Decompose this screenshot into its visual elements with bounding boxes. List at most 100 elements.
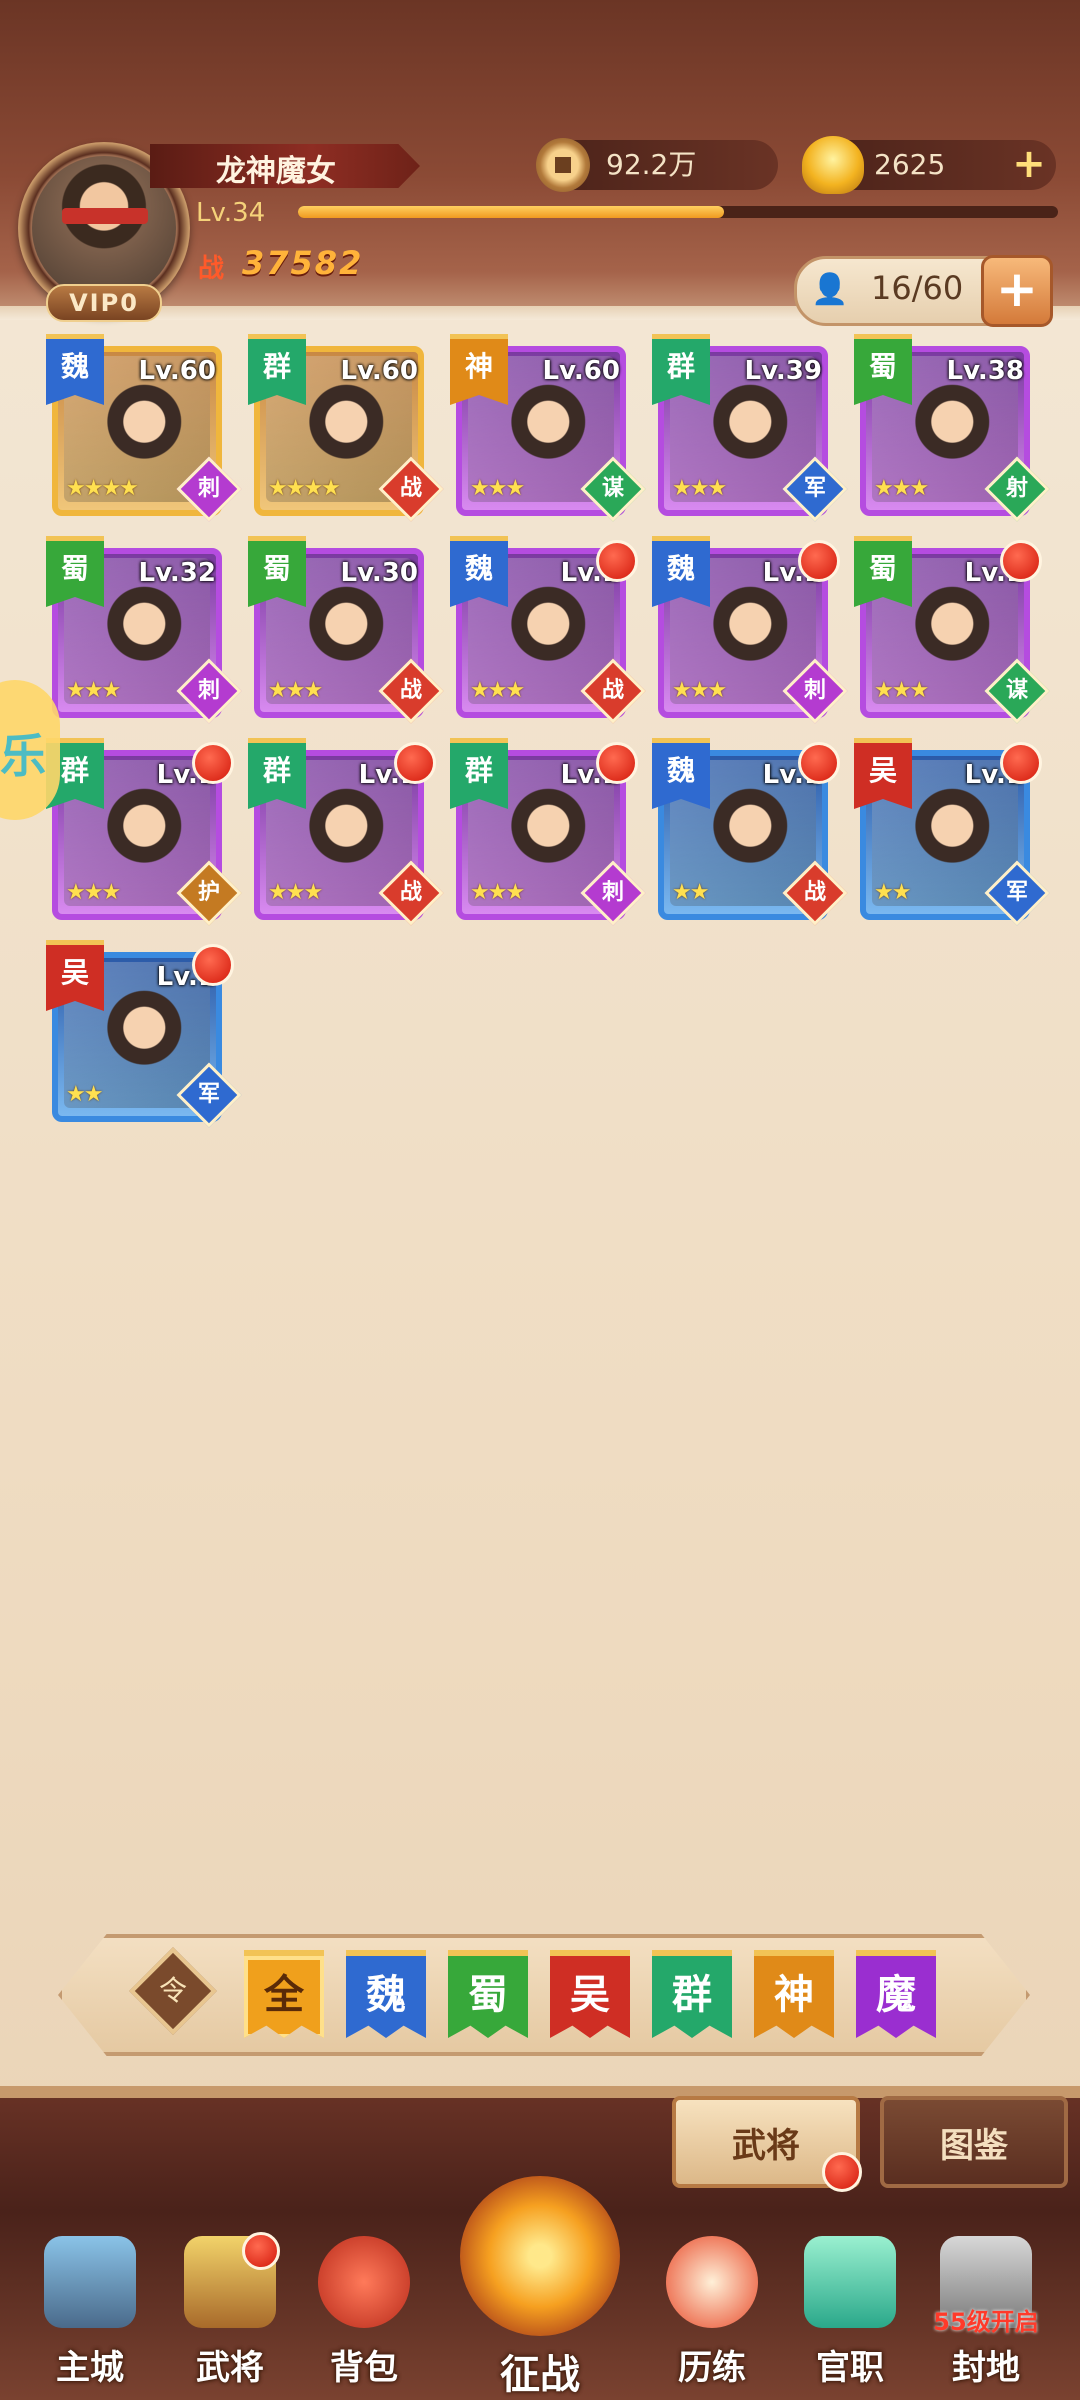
nav-heroes[interactable]: 武将 xyxy=(170,2230,290,2390)
role-label: 刺 xyxy=(197,476,220,501)
filter-tab-wu[interactable]: 吴 xyxy=(550,1950,630,2038)
battle-emblem-icon xyxy=(460,2176,620,2336)
faction-banner: 魏 xyxy=(652,738,710,809)
faction-banner: 吴 xyxy=(854,738,912,809)
faction-banner: 神 xyxy=(450,334,508,405)
hero-card[interactable]: 群 Lv.1 ★★★ 护 xyxy=(46,738,242,928)
filter-toggle-icon: 令 xyxy=(158,1974,187,2007)
hero-level: Lv.30 xyxy=(340,558,418,588)
nav-office-label: 官职 xyxy=(816,2348,884,2388)
nav-city[interactable]: 主城 xyxy=(30,2230,150,2390)
faction-banner: 蜀 xyxy=(854,536,912,607)
hero-stars: ★★★ xyxy=(268,880,323,905)
nav-bag[interactable]: 背包 xyxy=(304,2230,424,2390)
notification-dot xyxy=(192,742,234,784)
vip-badge[interactable]: VIP0 xyxy=(46,284,162,322)
hero-level: Lv.39 xyxy=(744,356,822,386)
nav-city-label: 主城 xyxy=(56,2348,124,2388)
notification-dot xyxy=(798,540,840,582)
hero-card[interactable]: 蜀 Lv.1 ★★★ 谋 xyxy=(854,536,1050,726)
hero-card[interactable]: 魏 Lv.1 ★★★ 刺 xyxy=(652,536,848,726)
hero-card[interactable]: 群 Lv.60 ★★★★ 战 xyxy=(248,334,444,524)
filter-tab-qun[interactable]: 群 xyxy=(652,1950,732,2038)
gold-value: 2625 xyxy=(874,148,946,181)
hero-stars: ★★★ xyxy=(470,476,525,501)
hero-card[interactable]: 蜀 Lv.32 ★★★ 刺 xyxy=(46,536,242,726)
hero-card[interactable]: 群 Lv.1 ★★★ 刺 xyxy=(450,738,646,928)
faction-banner: 群 xyxy=(652,334,710,405)
coin-counter: 92.2万 xyxy=(536,138,778,192)
faction-banner: 群 xyxy=(248,738,306,809)
notification-dot xyxy=(822,2152,862,2192)
hero-level: Lv.32 xyxy=(138,558,216,588)
player-name: 龙神魔女 xyxy=(216,154,336,189)
expand-capacity-button[interactable]: + xyxy=(981,255,1053,327)
hero-level: Lv.38 xyxy=(946,356,1024,386)
tab-heroes[interactable]: 武将 xyxy=(672,2096,862,2192)
filter-tab-mo[interactable]: 魔 xyxy=(856,1950,936,2038)
hero-stars: ★★★ xyxy=(874,678,929,703)
role-label: 军 xyxy=(1005,880,1028,905)
hero-stars: ★★★ xyxy=(66,678,121,703)
hero-card[interactable]: 神 Lv.60 ★★★ 谋 xyxy=(450,334,646,524)
hero-level: Lv.60 xyxy=(340,356,418,386)
role-label: 刺 xyxy=(197,678,220,703)
hero-card[interactable]: 魏 Lv.1 ★★★ 战 xyxy=(450,536,646,726)
hero-stars: ★★★ xyxy=(874,476,929,501)
nav-fief-label: 封地 xyxy=(952,2348,1020,2388)
role-label: 战 xyxy=(399,880,422,905)
filter-tab-wei[interactable]: 魏 xyxy=(346,1950,426,2038)
hero-stars: ★★ xyxy=(66,1082,103,1107)
role-label: 谋 xyxy=(601,476,624,501)
nav-battle[interactable]: 征战 xyxy=(440,2176,640,2398)
role-label: 刺 xyxy=(601,880,624,905)
faction-banner: 蜀 xyxy=(46,536,104,607)
palace-icon xyxy=(44,2236,136,2328)
role-label: 军 xyxy=(803,476,826,501)
notification-dot xyxy=(596,742,638,784)
hero-stars: ★★★★ xyxy=(66,476,139,501)
filter-tab-shen[interactable]: 神 xyxy=(754,1950,834,2038)
filter-tab-shu[interactable]: 蜀 xyxy=(448,1950,528,2038)
faction-banner: 蜀 xyxy=(248,536,306,607)
hero-level: Lv.60 xyxy=(138,356,216,386)
faction-banner: 群 xyxy=(450,738,508,809)
filter-tab-all[interactable]: 全 xyxy=(244,1950,324,2038)
hero-card[interactable]: 群 Lv.1 ★★★ 战 xyxy=(248,738,444,928)
hero-stars: ★★★ xyxy=(470,678,525,703)
notification-dot xyxy=(1000,742,1042,784)
nav-office[interactable]: 官职 xyxy=(790,2230,910,2390)
faction-banner: 魏 xyxy=(450,536,508,607)
role-label: 军 xyxy=(197,1082,220,1107)
hero-stars: ★★ xyxy=(672,880,709,905)
training-scroll-icon xyxy=(666,2236,758,2328)
copper-coin-icon xyxy=(536,138,590,192)
nav-bag-label: 背包 xyxy=(330,2348,398,2388)
hero-card[interactable]: 蜀 Lv.38 ★★★ 射 xyxy=(854,334,1050,524)
hero-card[interactable]: 群 Lv.39 ★★★ 军 xyxy=(652,334,848,524)
notification-dot xyxy=(1000,540,1042,582)
hero-stars: ★★★ xyxy=(66,880,121,905)
hero-stars: ★★★ xyxy=(470,880,525,905)
gold-counter: 2625 + xyxy=(802,136,1056,194)
side-event-bubble[interactable]: 乐 xyxy=(0,680,60,820)
nav-training-label: 历练 xyxy=(678,2348,746,2388)
notification-dot xyxy=(242,2232,280,2270)
hero-card[interactable]: 吴 Lv.1 ★★ 军 xyxy=(854,738,1050,928)
role-label: 战 xyxy=(399,476,422,501)
tab-heroes-label: 武将 xyxy=(732,2126,800,2166)
tab-codex[interactable]: 图鉴 xyxy=(880,2096,1068,2188)
hero-card[interactable]: 魏 Lv.60 ★★★★ 刺 xyxy=(46,334,242,524)
combat-power: 37582 xyxy=(242,244,364,282)
nav-fief[interactable]: 55级开启 封地 xyxy=(926,2230,1046,2390)
hero-capacity: 👤 16/60 + xyxy=(794,255,1053,327)
player-level: Lv.34 xyxy=(196,198,266,228)
add-gold-button[interactable]: + xyxy=(1010,144,1048,184)
hero-card[interactable]: 魏 Lv.1 ★★ 战 xyxy=(652,738,848,928)
hero-card[interactable]: 蜀 Lv.30 ★★★ 战 xyxy=(248,536,444,726)
nav-training[interactable]: 历练 xyxy=(652,2230,772,2390)
faction-banner: 群 xyxy=(248,334,306,405)
person-icon: 👤 xyxy=(811,272,849,307)
xp-bar xyxy=(298,206,1058,218)
hero-card[interactable]: 吴 Lv.1 ★★ 军 xyxy=(46,940,242,1130)
